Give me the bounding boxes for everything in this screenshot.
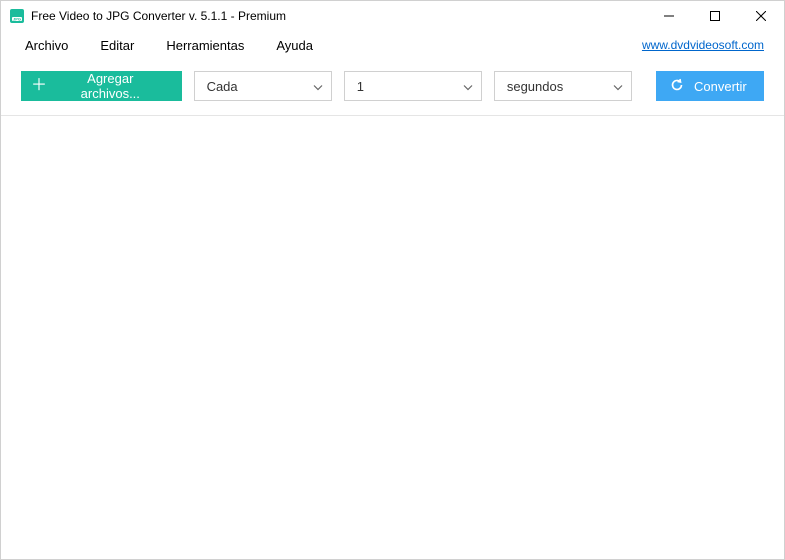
refresh-icon xyxy=(670,78,684,95)
minimize-button[interactable] xyxy=(646,1,692,31)
window-controls xyxy=(646,1,784,31)
svg-text:JPG: JPG xyxy=(13,17,21,22)
menu-herramientas[interactable]: Herramientas xyxy=(156,34,254,57)
convert-label: Convertir xyxy=(694,79,747,94)
file-list-area xyxy=(1,116,784,559)
every-select[interactable]: Cada xyxy=(194,71,332,101)
window-title: Free Video to JPG Converter v. 5.1.1 - P… xyxy=(31,9,286,23)
chevron-down-icon xyxy=(313,79,323,94)
count-select-value: 1 xyxy=(357,79,364,94)
chevron-down-icon xyxy=(613,79,623,94)
toolbar: ＋ Agregar archivos... Cada 1 segundos Co… xyxy=(1,59,784,116)
maximize-button[interactable] xyxy=(692,1,738,31)
add-files-label: Agregar archivos... xyxy=(57,71,164,101)
close-button[interactable] xyxy=(738,1,784,31)
app-icon: JPG xyxy=(9,8,25,24)
convert-button[interactable]: Convertir xyxy=(656,71,764,101)
menu-archivo[interactable]: Archivo xyxy=(15,34,78,57)
chevron-down-icon xyxy=(463,79,473,94)
unit-select-value: segundos xyxy=(507,79,563,94)
add-files-button[interactable]: ＋ Agregar archivos... xyxy=(21,71,182,101)
site-link[interactable]: www.dvdvideosoft.com xyxy=(642,38,764,52)
titlebar: JPG Free Video to JPG Converter v. 5.1.1… xyxy=(1,1,784,31)
menu-ayuda[interactable]: Ayuda xyxy=(266,34,323,57)
menubar: Archivo Editar Herramientas Ayuda www.dv… xyxy=(1,31,784,59)
plus-icon: ＋ xyxy=(31,78,47,94)
every-select-value: Cada xyxy=(207,79,238,94)
count-select[interactable]: 1 xyxy=(344,71,482,101)
unit-select[interactable]: segundos xyxy=(494,71,632,101)
menu-editar[interactable]: Editar xyxy=(90,34,144,57)
